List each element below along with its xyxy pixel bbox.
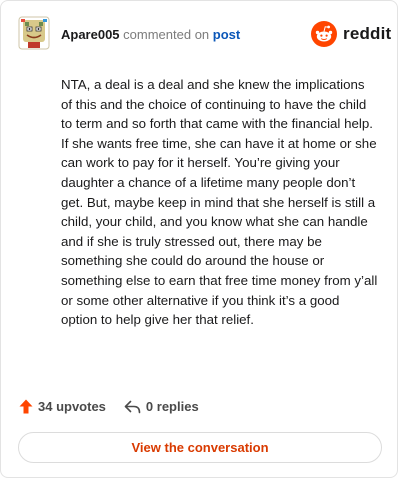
comment-actions: 34 upvotes 0 replies: [19, 399, 199, 414]
comment-header: Apare005 commented on post: [61, 27, 240, 42]
reddit-wordmark: reddit: [343, 24, 392, 43]
upvote-arrow-icon: [19, 399, 33, 414]
commented-on-text: commented on: [123, 27, 210, 42]
reply-arrow-icon: [124, 400, 141, 413]
upvote-count: 34 upvotes: [38, 399, 106, 414]
reddit-snoo-icon: [311, 21, 337, 47]
username-link[interactable]: Apare005: [61, 27, 120, 42]
user-avatar[interactable]: [18, 16, 50, 50]
upvote-button[interactable]: 34 upvotes: [19, 399, 106, 414]
reddit-logo[interactable]: reddit: [311, 21, 391, 47]
comment-card: Apare005 commented on post reddit NTA, a…: [0, 0, 398, 478]
post-link[interactable]: post: [213, 27, 240, 42]
comment-body: NTA, a deal is a deal and she knew the i…: [61, 77, 378, 328]
reply-count: 0 replies: [145, 399, 199, 414]
view-conversation-button[interactable]: View the conversation: [18, 432, 382, 463]
reply-button[interactable]: 0 replies: [124, 399, 199, 414]
avatar-image-icon: [18, 16, 50, 50]
